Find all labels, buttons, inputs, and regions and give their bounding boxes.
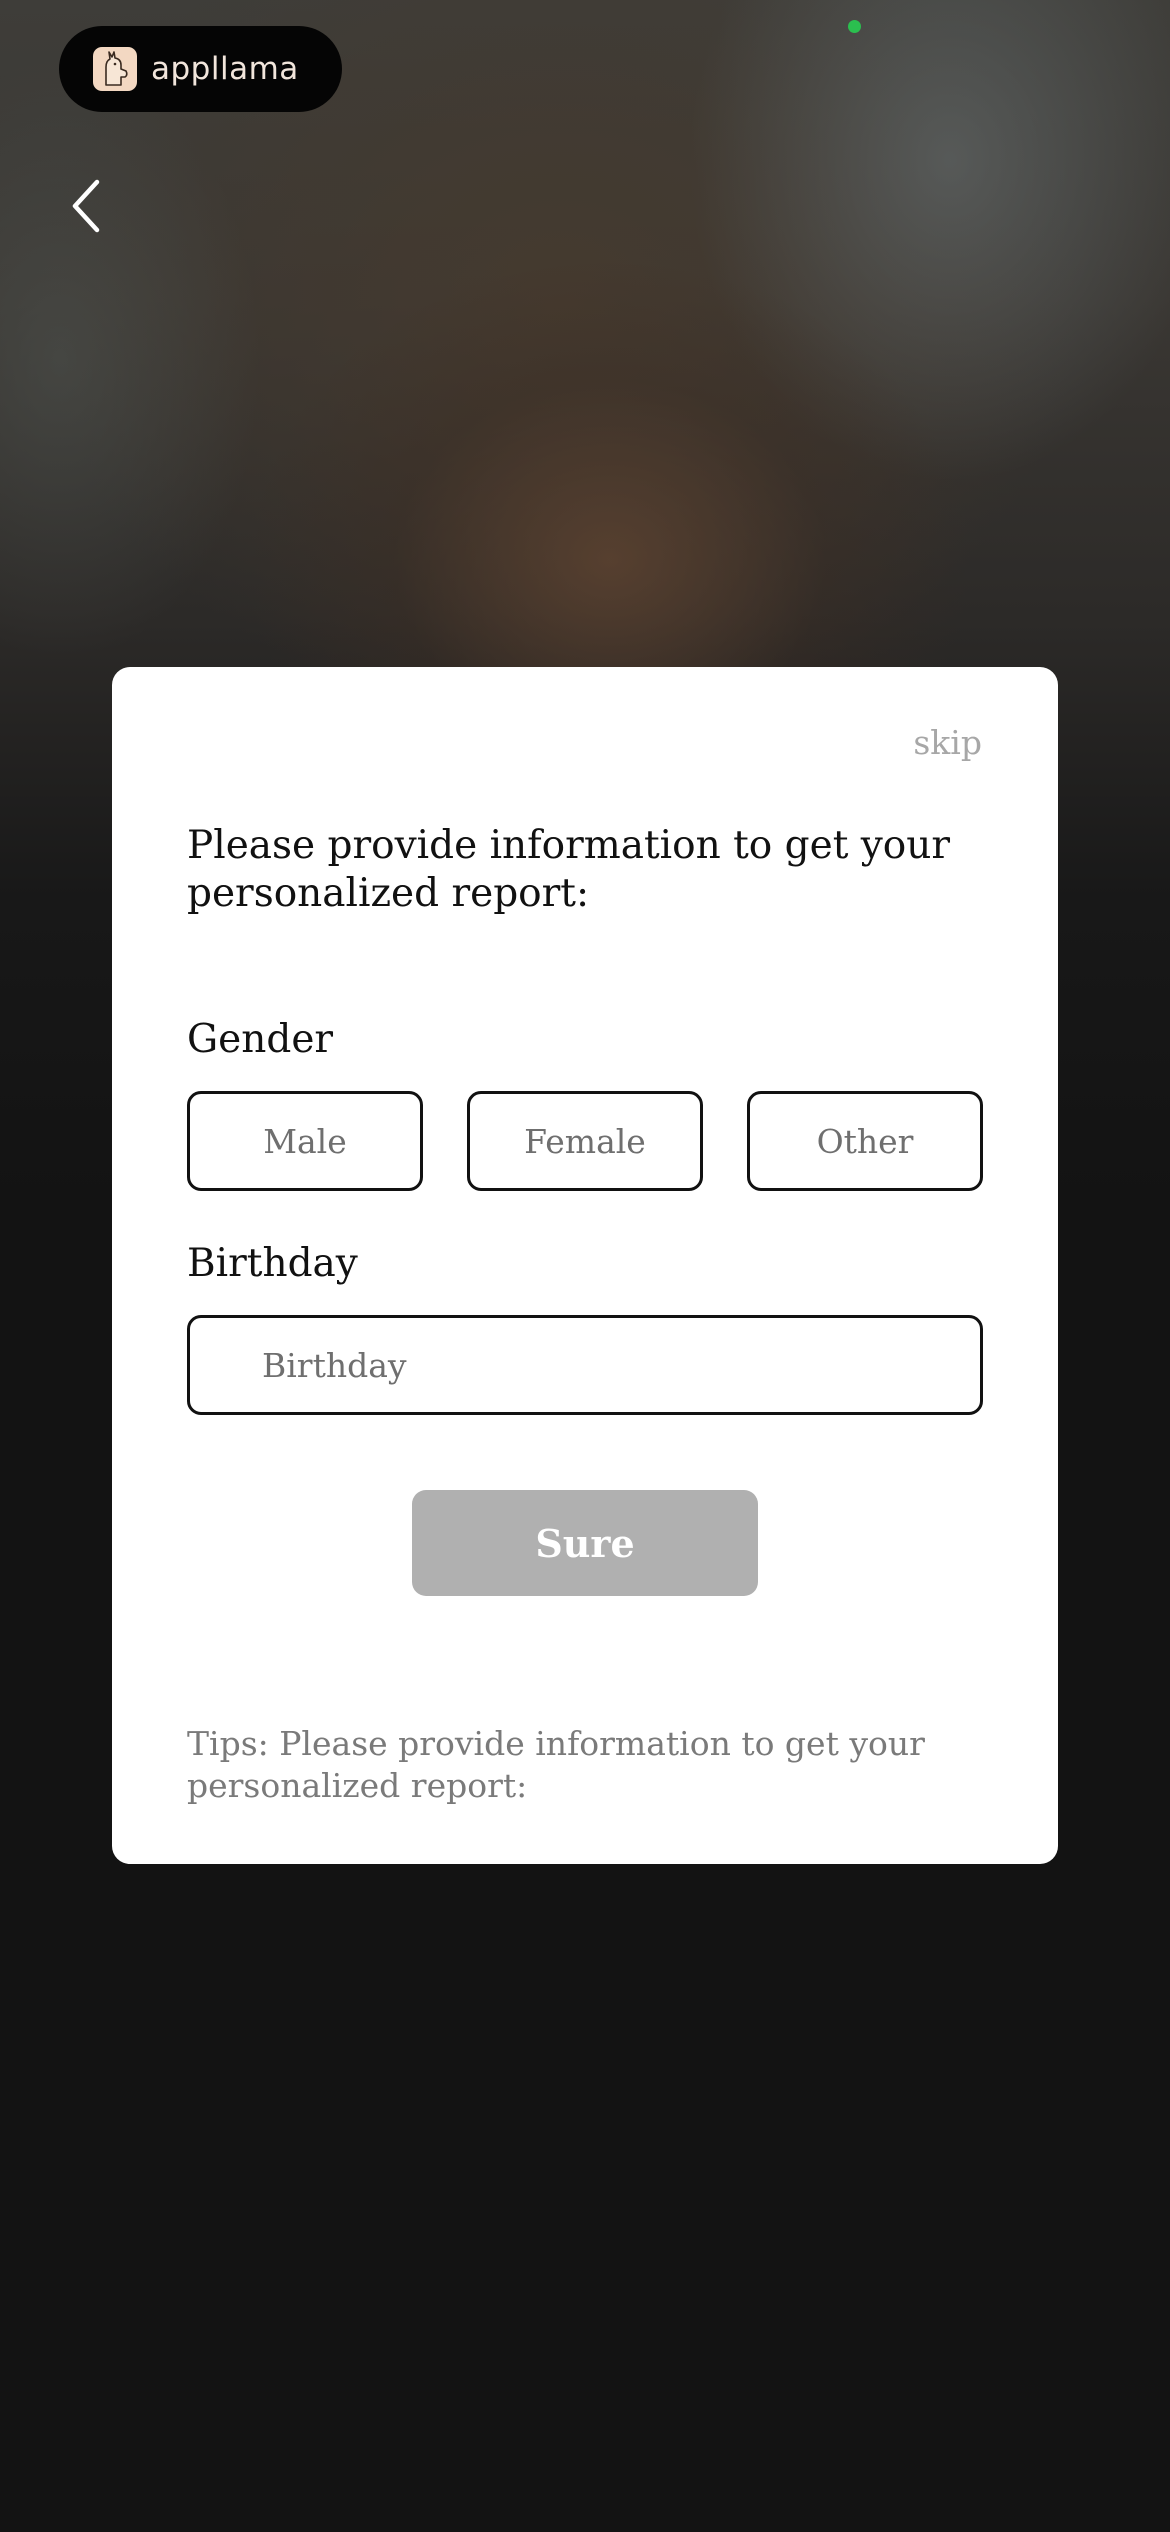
birthday-label: Birthday [187, 1241, 358, 1286]
gender-label: Gender [187, 1017, 334, 1062]
dialog-title: Please provide information to get your p… [187, 823, 951, 916]
brand-badge: appllama [59, 26, 342, 112]
gender-options: Male Female Other [187, 1091, 983, 1191]
skip-link[interactable]: skip [913, 723, 982, 762]
personal-info-dialog: skip Please provide information to get y… [112, 667, 1058, 1864]
status-indicator-dot [848, 20, 861, 33]
sure-button[interactable]: Sure [412, 1490, 758, 1596]
back-button[interactable] [58, 168, 114, 244]
gender-option-other[interactable]: Other [747, 1091, 983, 1191]
birthday-input[interactable] [187, 1315, 983, 1415]
tips-text: Tips: Please provide information to get … [187, 1724, 925, 1805]
chevron-left-icon [72, 179, 100, 233]
gender-option-female[interactable]: Female [467, 1091, 703, 1191]
gender-option-male[interactable]: Male [187, 1091, 423, 1191]
brand-name: appllama [151, 51, 299, 87]
llama-icon [93, 47, 137, 91]
